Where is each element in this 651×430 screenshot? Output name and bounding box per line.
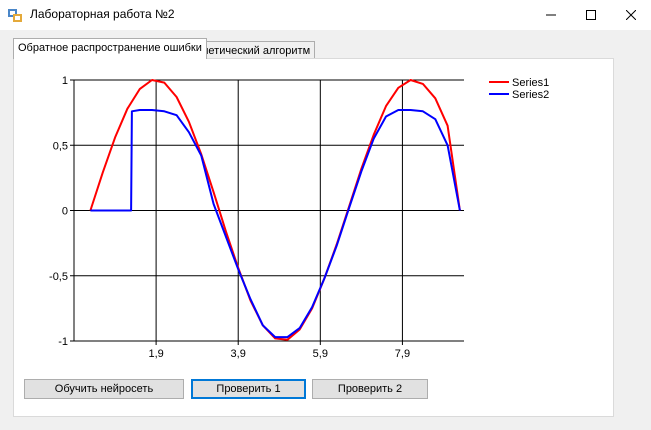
legend-label-1: Series1 <box>512 77 549 89</box>
chart-grid <box>70 79 464 345</box>
chart-series <box>89 79 461 341</box>
x-tick-label: 7,9 <box>395 348 410 360</box>
chart-tick-labels: -1 -0,5 0 0,5 1 1,9 3,9 5,9 7,9 <box>49 75 410 360</box>
series-line-1 <box>89 79 461 341</box>
x-tick-label: 3,9 <box>231 348 246 360</box>
train-network-button[interactable]: Обучить нейросеть <box>24 379 184 399</box>
series-line-2 <box>90 109 461 339</box>
chart-legend: Series1Series2 <box>489 77 549 101</box>
check-2-button[interactable]: Проверить 2 <box>312 379 428 399</box>
y-tick-label: 0,5 <box>53 140 68 152</box>
y-tick-label: 1 <box>62 75 68 87</box>
legend-label-2: Series2 <box>512 89 549 101</box>
y-tick-label: -0,5 <box>49 271 68 283</box>
x-tick-label: 5,9 <box>313 348 328 360</box>
check-1-button[interactable]: Проверить 1 <box>191 379 306 399</box>
y-tick-label: 0 <box>62 206 68 218</box>
x-tick-label: 1,9 <box>148 348 163 360</box>
y-tick-label: -1 <box>58 336 68 348</box>
chart: -1 -0,5 0 0,5 1 1,9 3,9 5,9 7,9 Series1Series2 <box>49 75 549 360</box>
